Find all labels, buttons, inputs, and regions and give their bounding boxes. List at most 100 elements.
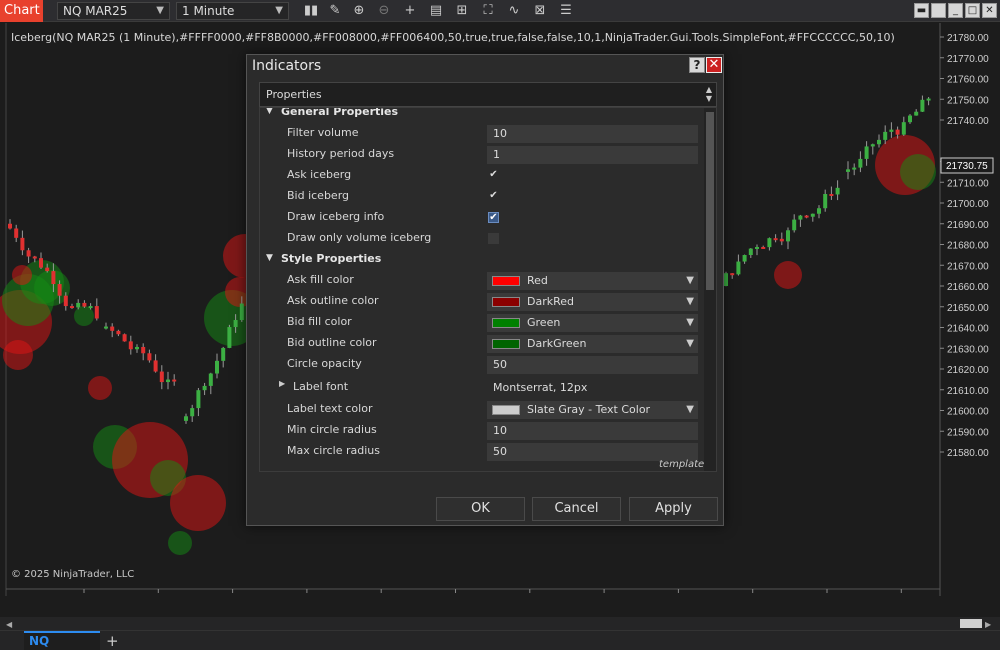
min-radius-input[interactable]: 10 [487, 422, 698, 440]
interval-value: 1 Minute [182, 4, 235, 18]
property-label-font[interactable]: ▶ Label font Montserrat, 12px [260, 375, 704, 399]
properties-icon[interactable]: ▤ [426, 2, 446, 20]
window-link-icon[interactable] [931, 3, 946, 18]
minimize-icon[interactable]: _ [948, 3, 963, 18]
category-label: General Properties [281, 107, 399, 118]
instrument-selector[interactable]: NQ MAR25 ▼ [57, 2, 170, 20]
iceberg-circle [774, 261, 802, 289]
color-swatch [492, 405, 520, 415]
label-font-value[interactable]: Montserrat, 12px [487, 379, 698, 397]
scroll-right-icon[interactable]: ▶ [985, 620, 991, 629]
collapse-arrow-icon[interactable]: ▼ [266, 108, 273, 116]
scroll-left-icon[interactable]: ◀ [6, 620, 12, 629]
category-label: Style Properties [281, 252, 382, 265]
maximize-icon[interactable]: □ [965, 3, 980, 18]
zoom-in-icon[interactable]: ⊕ [349, 2, 369, 20]
chart-menu-tab[interactable]: Chart [0, 0, 43, 22]
collapse-arrow-icon[interactable]: ▼ [266, 253, 273, 263]
chart-scrollbar[interactable]: ◀ ▶ [0, 617, 1000, 630]
property-label: Label font [293, 380, 349, 393]
data-box-icon[interactable]: ☰ [556, 2, 576, 20]
property-label: Bid iceberg [287, 189, 350, 202]
price-tick-label: 21780.00 [947, 33, 989, 44]
indicator-label: Iceberg(NQ MAR25 (1 Minute),#FFFF0000,#F… [11, 31, 895, 44]
bid-outline-select[interactable]: DarkGreen ▼ [487, 335, 698, 353]
bid-iceberg-checkbox[interactable]: ✔ [488, 191, 499, 202]
select-value: Red [527, 274, 548, 287]
window-close-icon[interactable]: ✕ [982, 3, 997, 18]
label-text-color-select[interactable]: Slate Gray - Text Color ▼ [487, 401, 698, 419]
template-link[interactable]: template [659, 459, 704, 470]
close-icon[interactable]: ✕ [706, 57, 722, 73]
candle-body [817, 208, 821, 214]
candle-body [773, 238, 778, 241]
candle-body [135, 346, 139, 350]
filter-volume-input[interactable]: 10 [487, 125, 698, 143]
candle-body [233, 320, 238, 328]
candle-body [846, 169, 850, 172]
templates-icon[interactable]: ⊞ [452, 2, 472, 20]
circle-opacity-input[interactable]: 50 [487, 356, 698, 374]
chevron-down-icon: ▼ [686, 296, 694, 307]
indicators-icon[interactable]: ∿ [504, 2, 524, 20]
candle-body [32, 256, 37, 259]
ask-iceberg-checkbox[interactable]: ✔ [488, 170, 499, 181]
property-bid-fill: Bid fill color Green ▼ [260, 312, 704, 333]
ask-outline-select[interactable]: DarkRed ▼ [487, 293, 698, 311]
candle-body [104, 326, 108, 329]
spinner-icon[interactable]: ▲ ▼ [706, 85, 712, 103]
help-icon[interactable]: ? [689, 57, 705, 73]
property-ask-outline: Ask outline color DarkRed ▼ [260, 291, 704, 312]
expand-arrow-icon[interactable]: ▶ [279, 379, 285, 388]
candle-body [835, 187, 840, 195]
candle-body [914, 111, 919, 116]
candle-body [190, 408, 195, 417]
tab-nq-mar25[interactable]: NQ MAR25 [24, 631, 100, 650]
property-grid-scrollbar[interactable] [704, 108, 716, 471]
zoom-out-icon[interactable]: ⊖ [374, 2, 394, 20]
ok-button[interactable]: OK [436, 497, 525, 521]
iceberg-circle [900, 154, 936, 190]
add-tab-icon[interactable]: + [106, 632, 119, 650]
cancel-button[interactable]: Cancel [532, 497, 621, 521]
history-days-input[interactable]: 1 [487, 146, 698, 164]
price-axis[interactable]: 21780.00 21770.00 21760.00 21750.00 21740.00… [940, 33, 989, 459]
chevron-down-icon: ▼ [686, 404, 694, 415]
candle-body [116, 330, 121, 335]
chevron-down-icon: ▼ [156, 5, 164, 16]
bid-fill-select[interactable]: Green ▼ [487, 314, 698, 332]
candle-body [755, 246, 759, 249]
scroll-thumb[interactable] [706, 112, 714, 290]
chart-trader-icon[interactable]: ⊠ [530, 2, 550, 20]
pencil-icon[interactable]: ✎ [325, 2, 345, 20]
candle-body [159, 371, 164, 383]
window-tile-icon[interactable]: ▬ [914, 3, 929, 18]
select-value: DarkRed [527, 295, 575, 308]
properties-header: Properties ▲ ▼ [259, 82, 717, 107]
bar-style-icon[interactable]: ▮▮ [301, 2, 321, 20]
candle-body [239, 303, 244, 321]
chevron-down-icon: ▼ [686, 317, 694, 328]
property-grid[interactable]: ▼ General Properties Filter volume 10 Hi… [259, 107, 717, 472]
property-label: Draw iceberg info [287, 210, 385, 223]
apply-button[interactable]: Apply [629, 497, 718, 521]
candle-body [736, 261, 741, 275]
candle-body [76, 302, 81, 308]
category-general[interactable]: ▼ General Properties [260, 107, 704, 123]
property-label: Bid outline color [287, 336, 377, 349]
select-value: DarkGreen [527, 337, 587, 350]
price-tick-label: 21620.00 [947, 365, 989, 376]
category-style[interactable]: ▼ Style Properties [260, 249, 704, 270]
scroll-thumb[interactable] [960, 619, 982, 628]
property-draw-info: Draw iceberg info ✔ [260, 207, 704, 228]
property-draw-only: Draw only volume iceberg [260, 228, 704, 249]
candle-body [823, 194, 828, 209]
interval-selector[interactable]: 1 Minute ▼ [176, 2, 289, 20]
candle-body [908, 115, 912, 123]
crosshair-icon[interactable]: + [400, 2, 420, 20]
draw-only-checkbox[interactable] [488, 233, 499, 244]
ask-fill-select[interactable]: Red ▼ [487, 272, 698, 290]
draw-info-checkbox[interactable]: ✔ [488, 212, 499, 223]
strategies-icon[interactable]: ⛶ [478, 2, 498, 20]
chevron-down-icon: ▼ [686, 275, 694, 286]
